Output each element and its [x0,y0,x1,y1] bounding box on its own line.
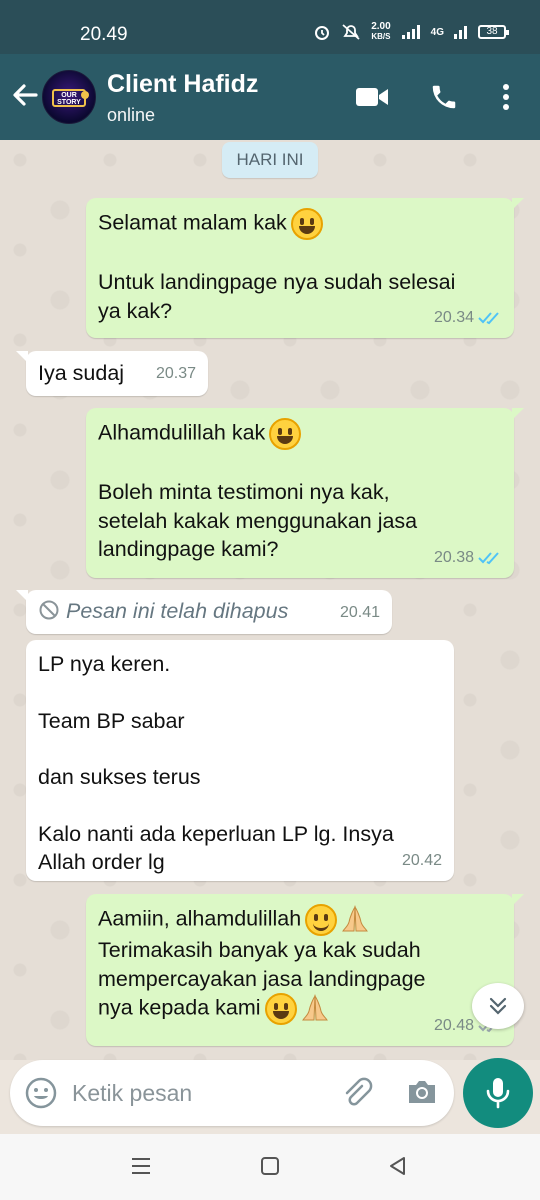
network-speed: 2.00 KB/S [371,21,391,42]
message-time: 20.48 [433,1016,474,1034]
menu-icon[interactable] [131,1156,151,1176]
message-text: Team BP sabar [38,708,185,733]
status-icons: 2.00 KB/S 4G 38 [313,21,509,42]
folded-hands-emoji-icon [301,994,328,1021]
double-check-icon [478,312,499,324]
message-meta: 20.37 [156,360,196,389]
message-text: Alhamdulillah kak [98,420,266,445]
message-bubble-deleted[interactable]: Pesan ini telah dihapus 20.41 [16,590,392,634]
blocked-icon [39,600,59,620]
network-type: 4G [430,26,444,38]
message-text: LP nya keren. [38,652,171,676]
avatar[interactable]: OUR STORY [42,70,96,124]
message-text: Terimakasih banyak ya kak sudah [98,938,421,962]
message-meta: 20.42 [402,847,442,876]
message-time: 20.34 [433,308,474,326]
mic-icon [486,1078,510,1109]
mic-button[interactable] [463,1058,533,1128]
message-text: Allah order lg [38,850,165,874]
message-composer [10,1060,454,1126]
alarm-icon [315,26,330,40]
more-vert-icon[interactable] [500,82,512,112]
phone-icon[interactable] [429,82,459,112]
message-input[interactable] [72,1072,322,1114]
contact-name[interactable]: Client Hafidz [107,70,258,99]
attach-icon[interactable] [340,1076,374,1110]
grinning-face-emoji-icon [290,208,323,240]
chat-header: OUR STORY Client Hafidz online [0,54,540,140]
smiling-face-emoji-icon [305,904,338,936]
message-text: Kalo nanti ada keperluan LP lg. Insya [38,821,394,846]
grinning-face-emoji-icon [269,418,302,450]
scroll-down-icon [489,997,507,1015]
message-time: 20.42 [401,851,442,869]
emoji-icon[interactable] [24,1076,58,1110]
battery-icon: 38 [478,25,509,39]
status-bar: 20.49 2.00 KB/S 4G 38 [0,0,540,54]
message-time: 20.38 [433,548,474,566]
signal-icon-2 [454,26,467,39]
message-meta: 20.38 [434,544,502,573]
message-text: Selamat malam kak [98,210,287,235]
status-time: 20.49 [80,24,128,45]
message-text: dan sukses terus [38,765,201,789]
message-text: Untuk landingpage nya sudah selesai [98,270,456,294]
double-check-icon [478,552,499,564]
folded-hands-emoji-icon [342,905,369,932]
message-text: setelah kakak menggunakan jasa [98,508,418,533]
message-bubble-incoming[interactable]: LP nya keren. Team BP sabar dan sukses t… [26,640,454,881]
system-nav-bar [0,1134,540,1200]
contact-status: online [107,105,156,125]
message-meta: 20.41 [340,599,380,628]
message-text: nya kepada kami [98,995,261,1020]
video-call-icon[interactable] [355,85,389,109]
signal-icon [401,25,420,39]
message-bubble-outgoing[interactable]: Aamiin, alhamdulillah Terimakasih banyak… [86,894,524,1046]
message-text: Boleh minta testimoni nya kak, [98,480,390,504]
back-nav-icon[interactable] [388,1156,408,1176]
message-bubble-outgoing[interactable]: Selamat malam kak Untuk landingpage nya … [86,198,524,338]
grinning-face-emoji-icon [264,993,297,1025]
deleted-message-text: Pesan ini telah dihapus [66,599,289,623]
message-bubble-outgoing[interactable]: Alhamdulillah kak Boleh minta testimoni … [86,408,524,578]
message-time: 20.37 [155,364,196,382]
home-icon[interactable] [260,1156,280,1176]
message-meta: 20.34 [434,304,502,333]
message-bubble-incoming[interactable]: Iya sudaj 20.37 [16,351,208,396]
scroll-to-bottom-button[interactable] [472,983,524,1029]
message-text: mempercayakan jasa landingpage [98,966,426,991]
avatar-dot [81,91,89,99]
mute-icon [342,24,360,40]
message-text: Aamiin, alhamdulillah [98,906,302,931]
camera-icon[interactable] [406,1077,438,1107]
back-arrow-icon[interactable] [10,80,38,110]
message-time: 20.41 [339,603,380,621]
date-separator: HARI INI [222,142,318,178]
